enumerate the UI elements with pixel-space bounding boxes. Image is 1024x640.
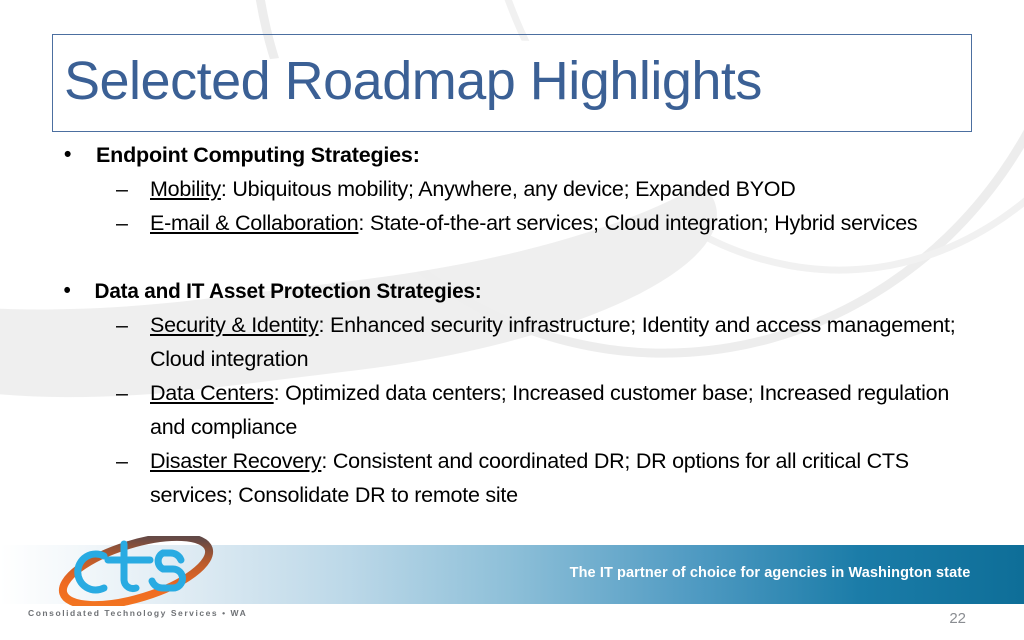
bullet-level1-label: Endpoint Computing Strategies: bbox=[96, 143, 420, 167]
bullet-level1-endpoint-computing: • Endpoint Computing Strategies: bbox=[54, 138, 989, 172]
dash-bullet-icon: – bbox=[116, 381, 128, 405]
bullet-level2-mobility: – Mobility: Ubiquitous mobility; Anywher… bbox=[54, 172, 989, 206]
content-body: • Endpoint Computing Strategies: – Mobil… bbox=[54, 138, 989, 512]
cts-logo-icon bbox=[46, 536, 226, 606]
bullet-term-disaster-recovery: Disaster Recovery bbox=[150, 449, 322, 473]
dash-bullet-icon: – bbox=[116, 313, 128, 337]
bullet-term-email-collaboration: E-mail & Collaboration bbox=[150, 211, 359, 235]
bullet-text-mobility: : Ubiquitous mobility; Anywhere, any dev… bbox=[220, 177, 796, 201]
bullet-dot-icon: • bbox=[63, 279, 71, 302]
dash-bullet-icon: – bbox=[116, 449, 128, 473]
bullet-level2-email-collaboration: – E-mail & Collaboration: State-of-the-a… bbox=[54, 206, 989, 240]
bullet-level1-data-it-asset-protection: • Data and IT Asset Protection Strategie… bbox=[54, 274, 956, 308]
page-number: 22 bbox=[949, 610, 966, 627]
footer-tagline: The IT partner of choice for agencies in… bbox=[569, 565, 971, 581]
bullet-term-security-identity: Security & Identity bbox=[150, 313, 319, 337]
logo-caption: Consolidated Technology Services • WA bbox=[28, 608, 248, 618]
bullet-term-data-centers: Data Centers bbox=[150, 381, 274, 405]
dash-bullet-icon: – bbox=[116, 177, 128, 201]
bullet-level1-label: Data and IT Asset Protection Strategies: bbox=[94, 279, 482, 303]
bullet-term-mobility: Mobility bbox=[150, 177, 221, 201]
bullet-level2-disaster-recovery: – Disaster Recovery: Consistent and coor… bbox=[54, 444, 989, 512]
slide: Selected Roadmap Highlights • Endpoint C… bbox=[0, 0, 1024, 640]
bullet-level2-security-identity: – Security & Identity: Enhanced security… bbox=[54, 308, 989, 376]
bullet-text-email-collaboration: : State-of-the-art services; Cloud integ… bbox=[358, 211, 918, 235]
page-title: Selected Roadmap Highlights bbox=[64, 51, 762, 111]
bullet-dot-icon: • bbox=[64, 143, 72, 166]
bullet-level2-data-centers: – Data Centers: Optimized data centers; … bbox=[54, 376, 989, 444]
dash-bullet-icon: – bbox=[116, 211, 128, 235]
